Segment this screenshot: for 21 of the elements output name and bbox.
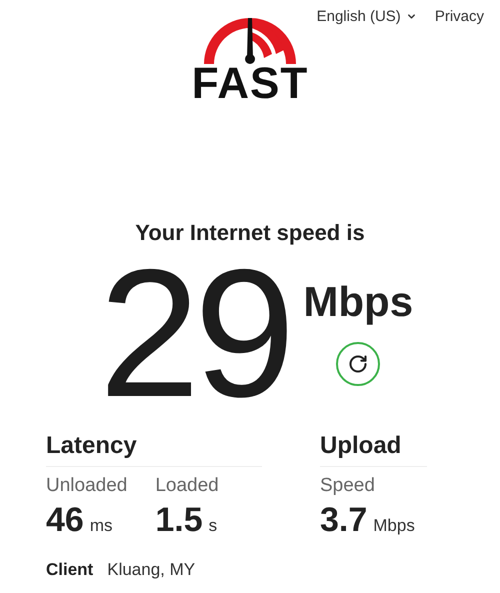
speed-unit: Mbps — [303, 278, 414, 326]
speed-value: 29 — [98, 258, 290, 408]
metric-unit: ms — [90, 516, 112, 536]
client-location: Kluang, MY — [107, 560, 196, 580]
metric-value: 1.5 — [155, 501, 203, 540]
logo-text: FAST — [192, 64, 308, 104]
language-selector[interactable]: English (US) — [316, 8, 417, 25]
speed-caption: Your Internet speed is — [135, 220, 365, 246]
metric-value: 46 — [46, 501, 84, 540]
section-title: Upload — [320, 432, 427, 467]
metric-label: Unloaded — [46, 475, 128, 497]
metric-unit: Mbps — [373, 516, 415, 536]
metric-value: 3.7 — [320, 501, 368, 540]
refresh-icon — [348, 354, 368, 374]
reload-button[interactable] — [336, 342, 380, 386]
metric-label: Speed — [320, 475, 376, 497]
privacy-link[interactable]: Privacy — [434, 8, 484, 25]
section-title: Latency — [46, 432, 262, 467]
metric-label: Loaded — [155, 475, 219, 497]
metric-unit: s — [208, 516, 218, 536]
client-label: Client — [46, 560, 94, 580]
